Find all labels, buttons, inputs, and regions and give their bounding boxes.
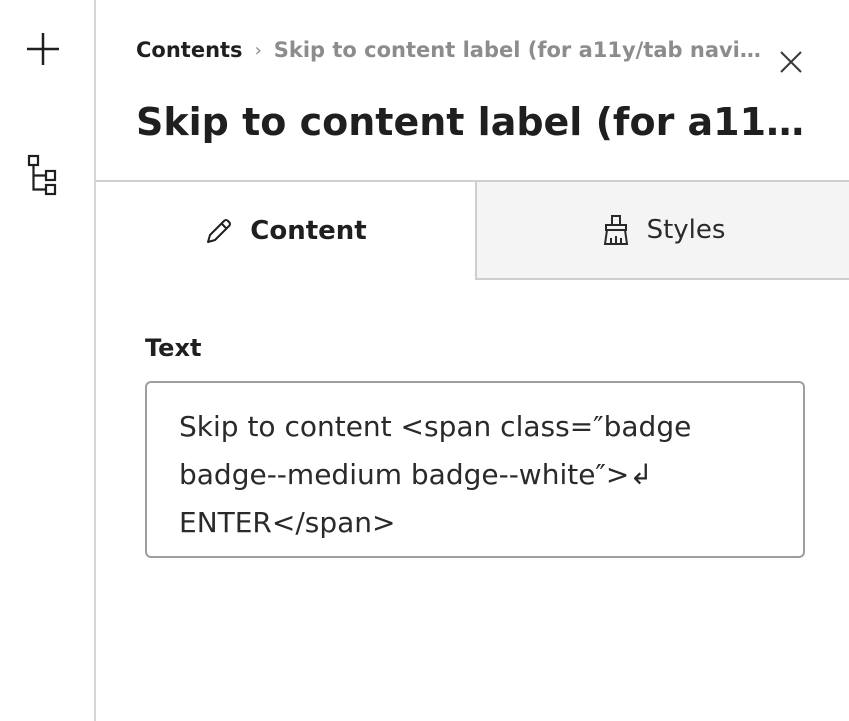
close-icon bbox=[780, 51, 802, 73]
text-field-input[interactable]: Skip to content <span class=″badge badge… bbox=[145, 381, 805, 558]
page-title: Skip to content label (for a11y/t… bbox=[136, 100, 812, 144]
breadcrumb-separator: › bbox=[254, 39, 262, 61]
paintbrush-icon bbox=[603, 215, 628, 245]
edit-panel: Contents › Skip to content label (for a1… bbox=[96, 0, 849, 721]
plus-icon bbox=[27, 33, 59, 65]
add-button[interactable] bbox=[22, 28, 64, 70]
breadcrumb-root-link[interactable]: Contents bbox=[136, 38, 243, 62]
tab-bar: Content Styles bbox=[96, 180, 849, 280]
close-button[interactable] bbox=[776, 47, 806, 77]
tab-content[interactable]: Content bbox=[96, 182, 475, 280]
tab-content-label: Content bbox=[250, 216, 367, 246]
pencil-icon bbox=[207, 219, 232, 243]
tree-structure-icon bbox=[27, 154, 57, 196]
tab-styles[interactable]: Styles bbox=[475, 182, 849, 280]
left-rail bbox=[0, 0, 96, 721]
breadcrumb-current: Skip to content label (for a11y/tab navi… bbox=[273, 38, 761, 62]
tree-view-button[interactable] bbox=[22, 154, 64, 196]
breadcrumb: Contents › Skip to content label (for a1… bbox=[136, 34, 776, 66]
text-field-label: Text bbox=[145, 334, 202, 362]
tab-styles-label: Styles bbox=[646, 215, 726, 245]
